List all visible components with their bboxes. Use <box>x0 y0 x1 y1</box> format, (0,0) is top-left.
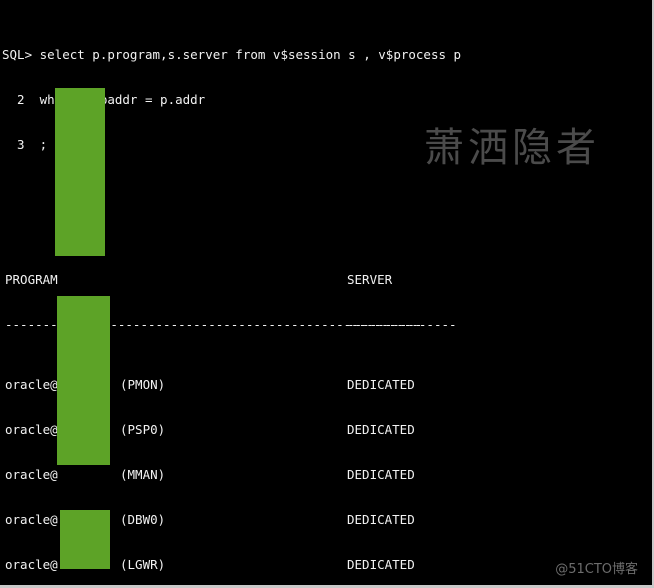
cell-server: DEDICATED <box>347 422 415 437</box>
cell-program: oracle@ <box>5 422 58 437</box>
table-row: oracle@ (MMAN) DEDICATED <box>2 467 652 482</box>
column-header-program: PROGRAM <box>5 272 58 287</box>
cell-label: (PMON) <box>120 377 166 392</box>
watermark-center: 萧洒隐者 <box>424 125 600 171</box>
redaction-block-hostname-3 <box>60 510 110 569</box>
column-header-row: PROGRAM SERVER <box>2 272 652 287</box>
cell-label: (DBW0) <box>120 512 166 527</box>
redaction-block-hostname-2 <box>57 296 110 465</box>
cell-program: oracle@ <box>5 377 58 392</box>
cell-server: DEDICATED <box>347 512 415 527</box>
cell-program: oracle@ <box>5 512 58 527</box>
column-header-server: SERVER <box>347 272 393 287</box>
terminal-screenshot: SQL> select p.program,s.server from v$se… <box>0 0 654 588</box>
cell-label: (MMAN) <box>120 467 166 482</box>
cell-program: oracle@ <box>5 557 58 572</box>
server-rule: ---------- <box>347 317 423 332</box>
cell-server: DEDICATED <box>347 557 415 572</box>
sql-prompt-line-1: SQL> select p.program,s.server from v$se… <box>2 47 462 62</box>
cell-program: oracle@ <box>5 467 58 482</box>
cell-label: (LGWR) <box>120 557 166 572</box>
redaction-block-hostname-1 <box>55 88 105 256</box>
cell-label: (PSP0) <box>120 422 166 437</box>
cell-server: DEDICATED <box>347 377 415 392</box>
watermark-corner: @51CTO博客 <box>555 562 638 577</box>
cell-server: DEDICATED <box>347 467 415 482</box>
